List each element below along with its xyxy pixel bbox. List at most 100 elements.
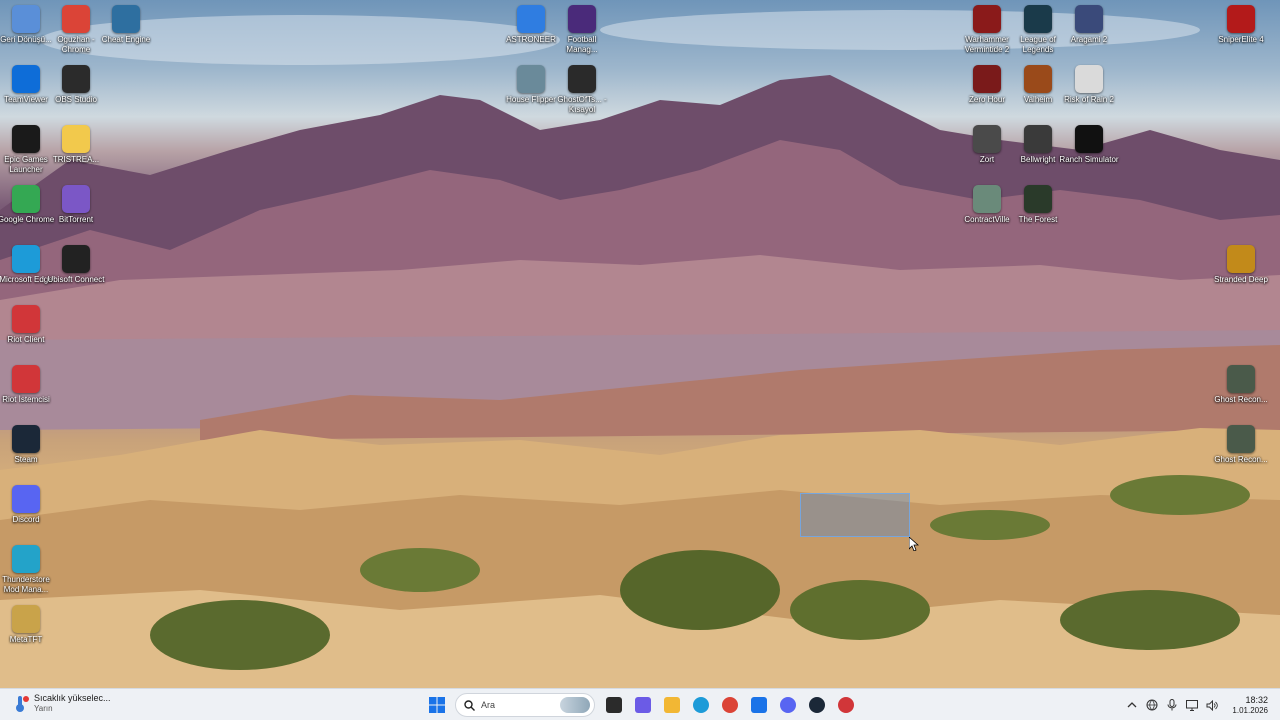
ubisoft-icon <box>62 245 90 273</box>
riot-client-icon <box>12 365 40 393</box>
desktop-shortcut-label: SniperElite 4 <box>1218 35 1264 44</box>
system-tray: 18:32 1.01.2026 <box>1122 692 1272 718</box>
desktop-shortcut[interactable]: Cheat Engine <box>100 5 152 45</box>
discord-icon <box>12 485 40 513</box>
desktop-shortcut[interactable]: Risk of Rain 2 <box>1063 65 1115 105</box>
network-globe-icon[interactable] <box>1142 695 1162 715</box>
desktop-shortcut[interactable]: MetaTFT <box>0 605 52 645</box>
riot-button[interactable] <box>833 692 859 718</box>
taskbar-search[interactable]: Ara <box>455 693 595 717</box>
desktop-shortcut[interactable]: Oguzhan - Chrome <box>50 5 102 55</box>
desktop-shortcut[interactable]: Thunderstore Mod Mana... <box>0 545 52 595</box>
epic-games-icon <box>12 125 40 153</box>
chrome-icon <box>722 697 738 713</box>
clock-time: 18:32 <box>1245 694 1268 705</box>
store-icon <box>751 697 767 713</box>
start-button[interactable] <box>424 692 450 718</box>
cheat-engine-icon <box>112 5 140 33</box>
desktop-shortcut[interactable]: Steam <box>0 425 52 465</box>
file-explorer-button[interactable] <box>659 692 685 718</box>
discord-button[interactable] <box>775 692 801 718</box>
weather-widget[interactable]: Sıcaklık yükselec... Yarın <box>12 693 111 714</box>
store-button[interactable] <box>746 692 772 718</box>
clock-date: 1.01.2026 <box>1232 705 1268 715</box>
desktop-shortcut[interactable]: Ranch Simulator <box>1059 125 1119 165</box>
football-manager-icon <box>568 5 596 33</box>
steam-icon <box>12 425 40 453</box>
stranded-deep-icon <box>1227 245 1255 273</box>
edge-button[interactable] <box>688 692 714 718</box>
chrome-button[interactable] <box>717 692 743 718</box>
metatft-icon <box>12 605 40 633</box>
teamviewer-icon <box>12 65 40 93</box>
desktop-shortcut-label: Ubisoft Connect <box>47 275 105 284</box>
search-highlight-image <box>560 697 590 713</box>
desktop-shortcut[interactable]: BitTorrent <box>50 185 102 225</box>
desktop-shortcut-label: Ranch Simulator <box>1059 155 1119 164</box>
desktop-shortcut[interactable]: SniperElite 4 <box>1215 5 1267 45</box>
valheim-icon <box>1024 65 1052 93</box>
ranch-simulator-icon <box>1075 125 1103 153</box>
desktop-shortcut[interactable]: Discord <box>0 485 52 525</box>
desktop-shortcut-label: Thunderstore Mod Mana... <box>2 575 50 594</box>
desktop-shortcut[interactable]: OBS Studio <box>50 65 102 105</box>
folder-icon <box>664 697 680 713</box>
desktop-shortcut[interactable]: Zero Hour <box>961 65 1013 105</box>
desktop-shortcut[interactable]: Bellwright <box>1012 125 1064 165</box>
desktop-shortcut-label: Stranded Deep <box>1214 275 1268 284</box>
desktop-shortcut[interactable]: Zort <box>961 125 1013 165</box>
chevron-up-icon[interactable] <box>1122 695 1142 715</box>
desktop-shortcut-label: Riot Client <box>7 335 45 344</box>
desktop-shortcut-label: Steam <box>14 455 38 464</box>
chrome-icon <box>12 185 40 213</box>
desktop-shortcut[interactable]: Microsoft Edge <box>0 245 53 285</box>
desktop-shortcut[interactable]: League of Legends <box>1012 5 1064 55</box>
desktop-shortcut[interactable]: Riot İstemcisi <box>0 365 52 405</box>
desktop-shortcut[interactable]: Geri Dönüşü... <box>0 5 52 45</box>
desktop-shortcut[interactable]: TeamViewer <box>0 65 52 105</box>
copilot-button[interactable] <box>630 692 656 718</box>
desktop-shortcut[interactable]: GhostOfTs... - Kısayol <box>556 65 608 115</box>
desktop-shortcut[interactable]: Ghost Recon... <box>1214 365 1268 405</box>
taskbar: Sıcaklık yükselec... Yarın Ara 18:32 1.0… <box>0 688 1280 720</box>
the-forest-icon <box>1024 185 1052 213</box>
sniper-elite-icon <box>1227 5 1255 33</box>
desktop-shortcut-label: The Forest <box>1018 215 1058 224</box>
desktop-shortcut[interactable]: TRISTREA... <box>50 125 102 165</box>
steam-button[interactable] <box>804 692 830 718</box>
display-icon[interactable] <box>1182 695 1202 715</box>
league-of-legends-icon <box>1024 5 1052 33</box>
microphone-icon[interactable] <box>1162 695 1182 715</box>
vermintide-icon <box>973 5 1001 33</box>
astroneer-icon <box>517 5 545 33</box>
desktop-shortcut-label: Cheat Engine <box>101 35 151 44</box>
bellwright-icon <box>1024 125 1052 153</box>
speaker-icon[interactable] <box>1202 695 1222 715</box>
taskbar-clock[interactable]: 18:32 1.01.2026 <box>1232 695 1268 716</box>
desktop-shortcut[interactable]: Riot Client <box>0 305 52 345</box>
desktop-shortcut[interactable]: Ghost Recon... <box>1214 425 1268 465</box>
risk-of-rain-icon <box>1075 65 1103 93</box>
desktop-shortcut[interactable]: Valheim <box>1012 65 1064 105</box>
riot-client-icon <box>12 305 40 333</box>
desktop-shortcut-label: Ghost Recon... <box>1214 455 1268 464</box>
desktop-shortcut-label: Football Manag... <box>566 35 598 54</box>
taskbar-center: Ara <box>424 692 862 718</box>
desktop-shortcut-label: Ghost Recon... <box>1214 395 1268 404</box>
desktop-shortcut[interactable]: Aragami 2 <box>1063 5 1115 45</box>
riot-client-icon <box>838 697 854 713</box>
desktop-shortcut[interactable]: Epic Games Launcher <box>0 125 52 175</box>
desktop-shortcut[interactable]: Stranded Deep <box>1214 245 1268 285</box>
desktop-shortcut[interactable]: Google Chrome <box>0 185 54 225</box>
desktop-shortcut-label: Riot İstemcisi <box>2 395 50 404</box>
desktop-shortcut[interactable]: ASTRONEER <box>505 5 557 45</box>
desktop-shortcut[interactable]: House Flipper <box>505 65 557 105</box>
desktop-shortcut-label: MetaTFT <box>9 635 43 644</box>
desktop-shortcut[interactable]: The Forest <box>1012 185 1064 225</box>
desktop-shortcut[interactable]: ContractVille <box>961 185 1013 225</box>
desktop-shortcut[interactable]: Ubisoft Connect <box>48 245 104 285</box>
desktop-shortcut[interactable]: Football Manag... <box>556 5 608 55</box>
weather-headline: Sıcaklık yükselec... <box>34 693 111 703</box>
task-view-button[interactable] <box>601 692 627 718</box>
desktop-shortcut[interactable]: Warhammer Vermintide 2 <box>961 5 1013 55</box>
